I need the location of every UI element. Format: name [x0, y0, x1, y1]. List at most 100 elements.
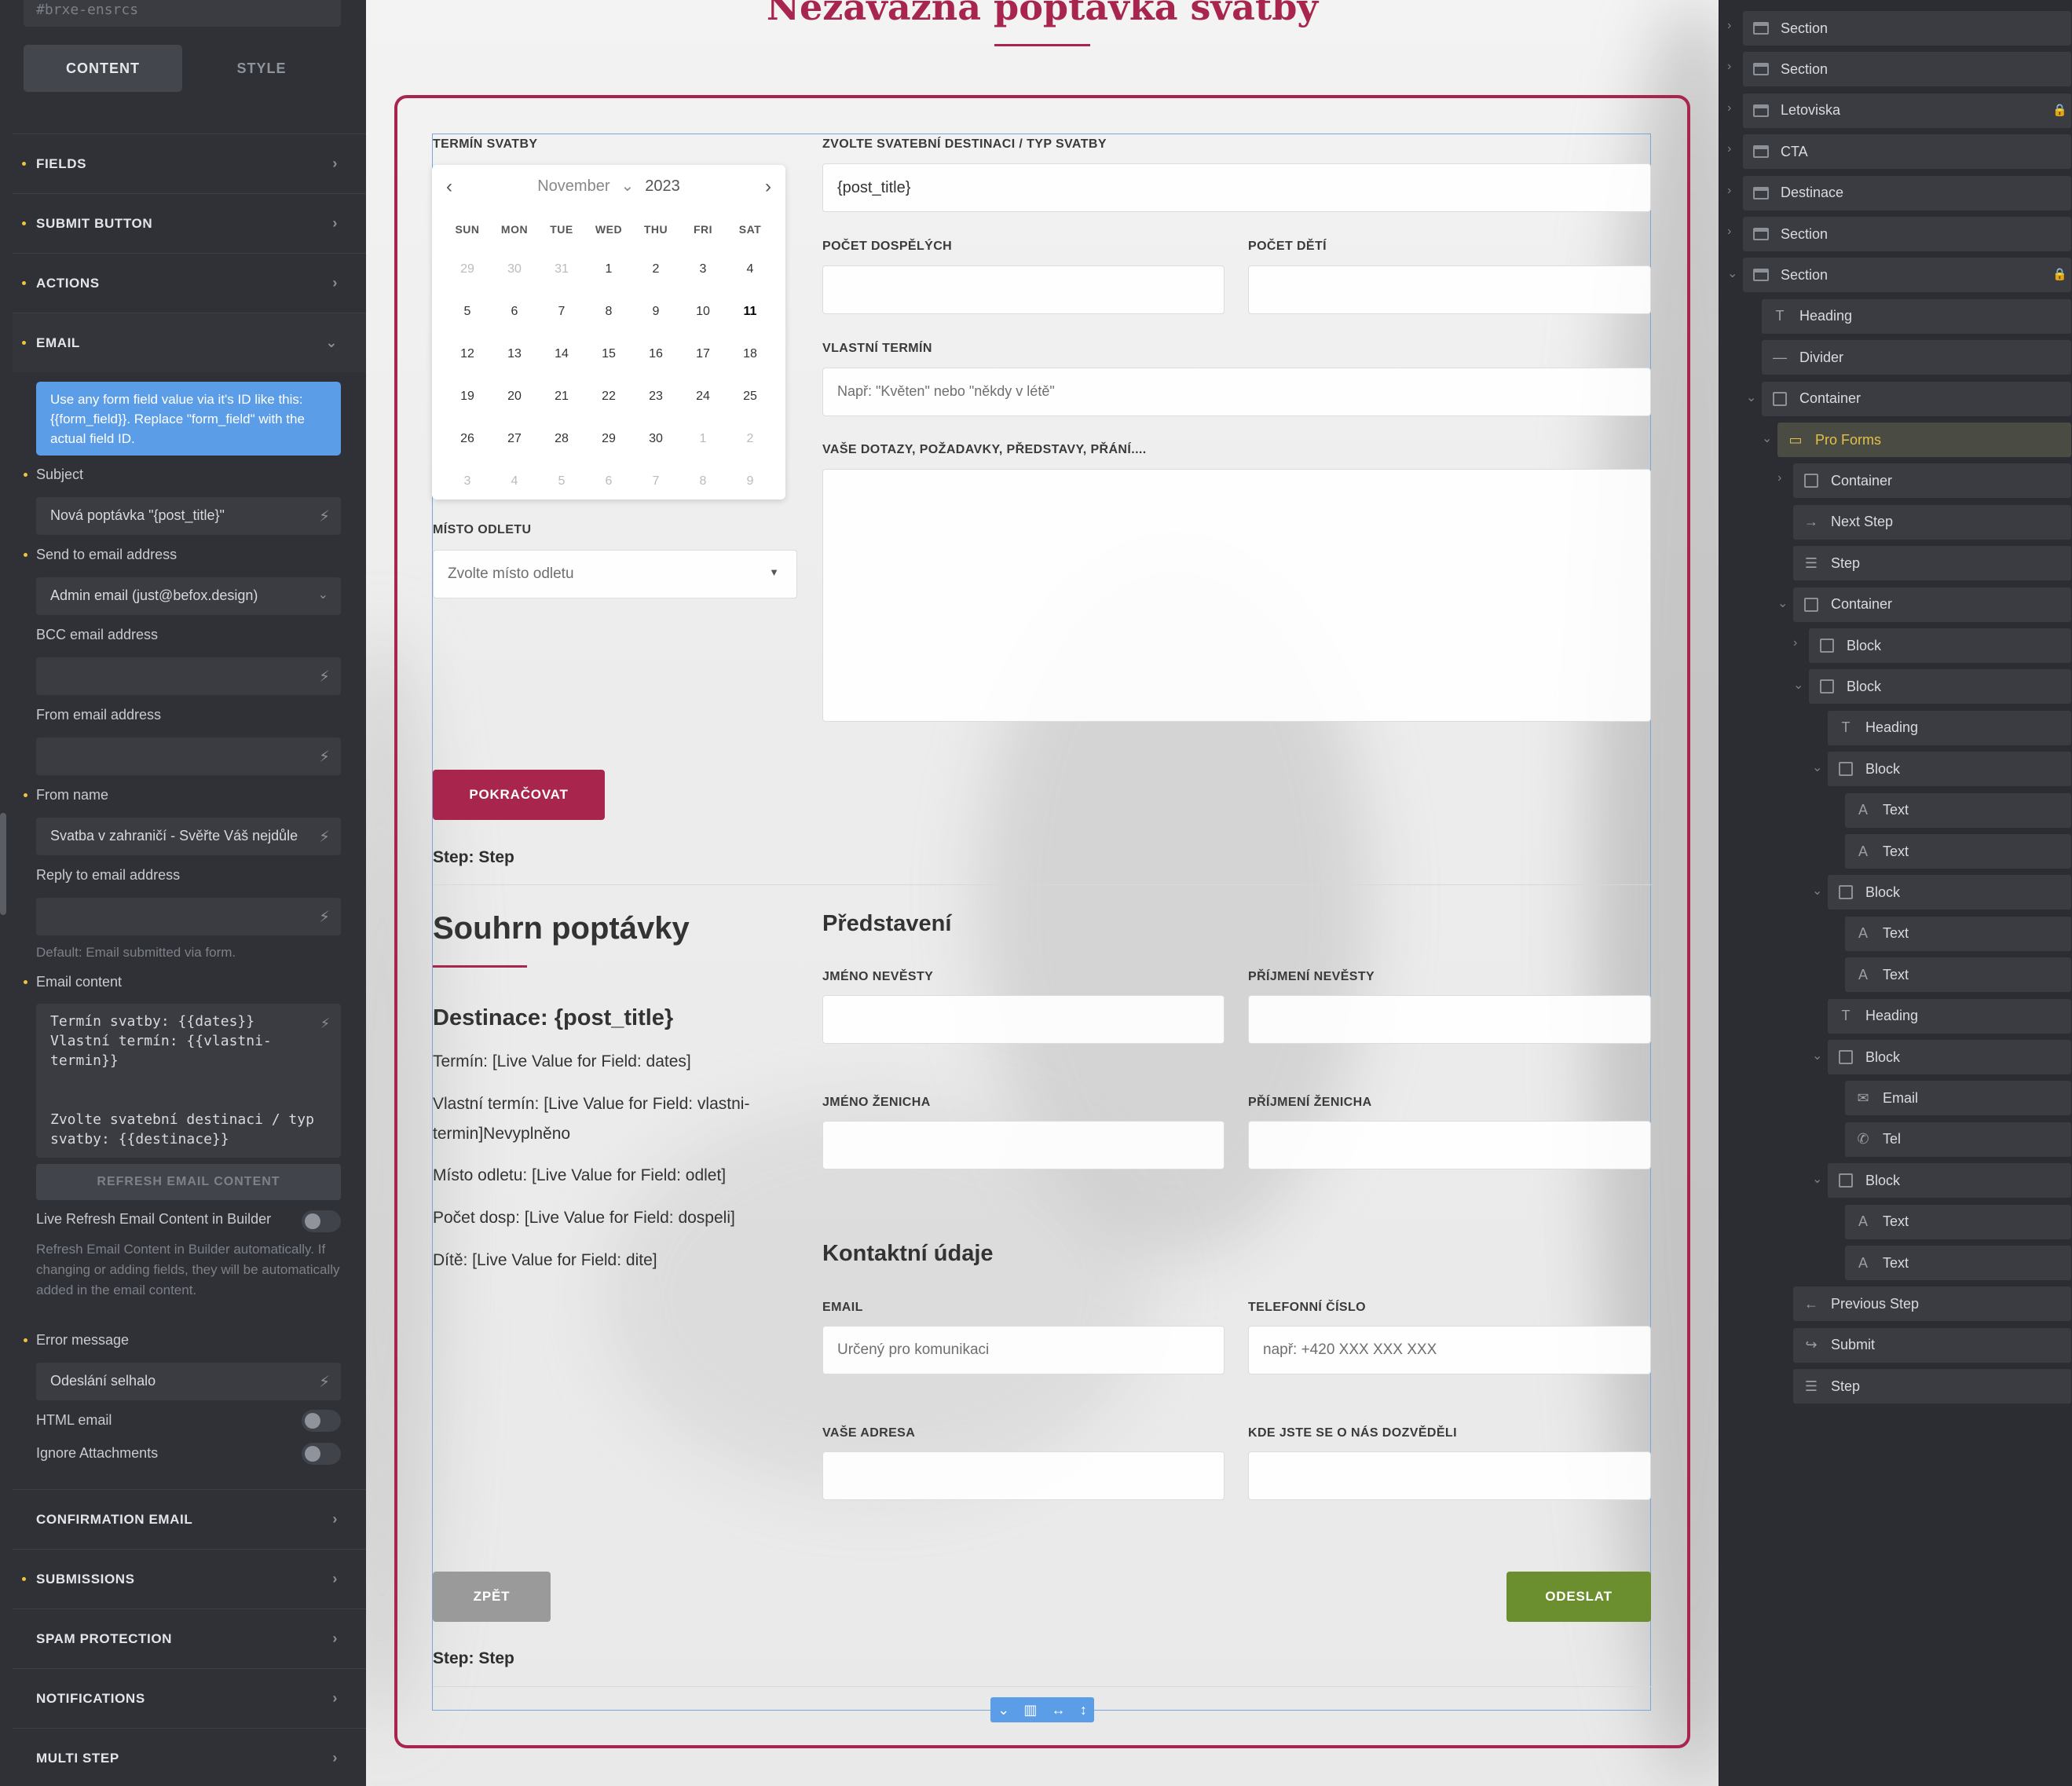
structure-node[interactable]: — Divider: [1762, 340, 2071, 375]
subject-input[interactable]: Nová poptávka "{post_title}" ⚡: [36, 497, 341, 535]
dynamic-data-icon[interactable]: ⚡: [319, 507, 330, 526]
chevron-right-icon[interactable]: ›: [1727, 19, 1731, 33]
chevron-down-icon[interactable]: ⌄: [1777, 595, 1788, 611]
calendar-day[interactable]: 19: [444, 388, 491, 430]
calendar-day[interactable]: 3: [679, 261, 727, 303]
structure-node[interactable]: Container: [1762, 381, 2071, 416]
calendar-day[interactable]: 14: [538, 346, 585, 388]
calendar-day[interactable]: 27: [491, 430, 538, 473]
calendar-day[interactable]: 5: [538, 473, 585, 515]
structure-node[interactable]: ☰ Step: [1793, 1369, 2071, 1404]
from-name-input[interactable]: Svatba v zahraničí - Svěřte Váš nejdůle ⚡: [36, 818, 341, 855]
departure-select[interactable]: Zvolte místo odletu ▼: [433, 550, 797, 598]
destination-input[interactable]: {post_title}: [822, 163, 1651, 212]
calendar-day[interactable]: 13: [491, 346, 538, 388]
structure-node[interactable]: Block: [1828, 1163, 2071, 1199]
width-icon[interactable]: ↔: [1052, 1702, 1066, 1718]
children-input[interactable]: [1248, 265, 1651, 314]
chevron-right-icon[interactable]: ›: [1727, 60, 1731, 74]
structure-node[interactable]: ← Previous Step: [1793, 1286, 2071, 1322]
calendar-day[interactable]: 8: [585, 303, 632, 346]
chevron-down-icon[interactable]: ⌄: [1793, 677, 1803, 693]
calendar-day[interactable]: 29: [585, 430, 632, 473]
structure-node[interactable]: Block: [1809, 669, 2071, 705]
calendar-day[interactable]: 10: [679, 303, 727, 346]
refresh-email-content-button[interactable]: REFRESH EMAIL CONTENT: [36, 1164, 341, 1200]
chevron-down-icon[interactable]: ⌄: [1812, 1171, 1822, 1187]
calendar-day[interactable]: 21: [538, 388, 585, 430]
calendar-day[interactable]: 6: [491, 303, 538, 346]
calendar-year-input[interactable]: 2023: [645, 178, 680, 195]
questions-textarea[interactable]: [822, 469, 1651, 722]
chevron-right-icon[interactable]: ›: [1777, 471, 1781, 485]
chevron-right-icon[interactable]: ›: [1727, 225, 1731, 239]
calendar-day[interactable]: 7: [538, 303, 585, 346]
structure-node[interactable]: T Heading: [1828, 710, 2071, 745]
structure-node[interactable]: Block: [1828, 1040, 2071, 1074]
height-icon[interactable]: ↕: [1080, 1702, 1087, 1718]
calendar-day[interactable]: 28: [538, 430, 585, 473]
calendar-day[interactable]: 26: [444, 430, 491, 473]
structure-node[interactable]: ✉ Email: [1845, 1081, 2071, 1116]
groom-surname-input[interactable]: [1248, 1121, 1651, 1169]
chevron-down-icon[interactable]: ⌄: [998, 1702, 1009, 1718]
source-input[interactable]: [1248, 1451, 1651, 1500]
structure-node[interactable]: A Text: [1845, 792, 2071, 828]
dynamic-data-icon[interactable]: ⚡: [319, 907, 330, 927]
calendar-day[interactable]: 22: [585, 388, 632, 430]
structure-node[interactable]: A Text: [1845, 1204, 2071, 1239]
dynamic-data-icon[interactable]: ⚡: [319, 747, 330, 767]
calendar-day[interactable]: 4: [491, 473, 538, 515]
live-refresh-toggle[interactable]: [302, 1210, 341, 1232]
calendar-day[interactable]: 15: [585, 346, 632, 388]
structure-node[interactable]: Section: [1743, 52, 2071, 87]
section-multi-step[interactable]: MULTI STEP ›: [13, 1728, 366, 1786]
chevron-down-icon[interactable]: ⌄: [1812, 1048, 1822, 1063]
structure-node[interactable]: Section: [1743, 258, 2071, 293]
chevron-right-icon[interactable]: ›: [1727, 142, 1731, 156]
continue-button[interactable]: POKRAČOVAT: [433, 770, 605, 820]
structure-node[interactable]: T Heading: [1762, 298, 2071, 334]
structure-node[interactable]: Destinace: [1743, 175, 2071, 210]
reply-to-input[interactable]: ⚡: [36, 898, 341, 935]
calendar-day[interactable]: 6: [585, 473, 632, 515]
email-content-textarea[interactable]: Termín svatby: {{dates}} Vlastní termín:…: [36, 1004, 341, 1158]
adults-input[interactable]: [822, 265, 1225, 314]
ignore-attachments-toggle[interactable]: [302, 1443, 341, 1465]
calendar-day[interactable]: 4: [727, 261, 774, 303]
section-confirmation-email[interactable]: CONFIRMATION EMAIL ›: [13, 1489, 366, 1549]
chevron-right-icon[interactable]: ›: [765, 176, 771, 198]
calendar-day[interactable]: 2: [727, 430, 774, 473]
section-fields[interactable]: FIELDS ›: [13, 134, 366, 193]
calendar-day[interactable]: 9: [632, 303, 679, 346]
calendar-day[interactable]: 30: [491, 261, 538, 303]
section-spam-protection[interactable]: SPAM PROTECTION ›: [13, 1608, 366, 1668]
structure-node[interactable]: → Next Step: [1793, 504, 2071, 540]
bcc-input[interactable]: ⚡: [36, 657, 341, 695]
date-picker[interactable]: ‹ November ⌄ 2023 › SUN MON TUE WED THU FRI SAT 2…: [432, 165, 785, 500]
calendar-day[interactable]: 9: [727, 473, 774, 515]
calendar-day[interactable]: 1: [679, 430, 727, 473]
tab-content[interactable]: CONTENT: [24, 45, 182, 92]
address-input[interactable]: [822, 1451, 1225, 1500]
structure-node[interactable]: ▭ Pro Forms: [1777, 423, 2071, 457]
structure-node[interactable]: ☰ Step: [1793, 546, 2071, 581]
structure-node[interactable]: Block: [1828, 752, 2071, 787]
section-email[interactable]: EMAIL ⌄: [13, 313, 366, 372]
calendar-day[interactable]: 16: [632, 346, 679, 388]
dynamic-data-icon[interactable]: ⚡: [320, 1013, 330, 1033]
back-button[interactable]: ZPĚT: [433, 1572, 551, 1622]
calendar-day[interactable]: 29: [444, 261, 491, 303]
chevron-down-icon[interactable]: ⌄: [1812, 759, 1822, 775]
calendar-day[interactable]: 5: [444, 303, 491, 346]
structure-node[interactable]: Section: [1743, 217, 2071, 251]
custom-date-input[interactable]: Např: "Květen" nebo "někdy v létě": [822, 368, 1651, 416]
structure-node[interactable]: T Heading: [1828, 998, 2071, 1034]
structure-node[interactable]: A Text: [1845, 1246, 2071, 1280]
structure-node[interactable]: Block: [1809, 628, 2071, 663]
dynamic-data-icon[interactable]: ⚡: [319, 667, 330, 686]
section-actions[interactable]: ACTIONS ›: [13, 253, 366, 313]
email-input[interactable]: Určený pro komunikaci: [822, 1326, 1225, 1374]
panel-scrollbar[interactable]: [0, 813, 6, 915]
calendar-day[interactable]: 1: [585, 261, 632, 303]
